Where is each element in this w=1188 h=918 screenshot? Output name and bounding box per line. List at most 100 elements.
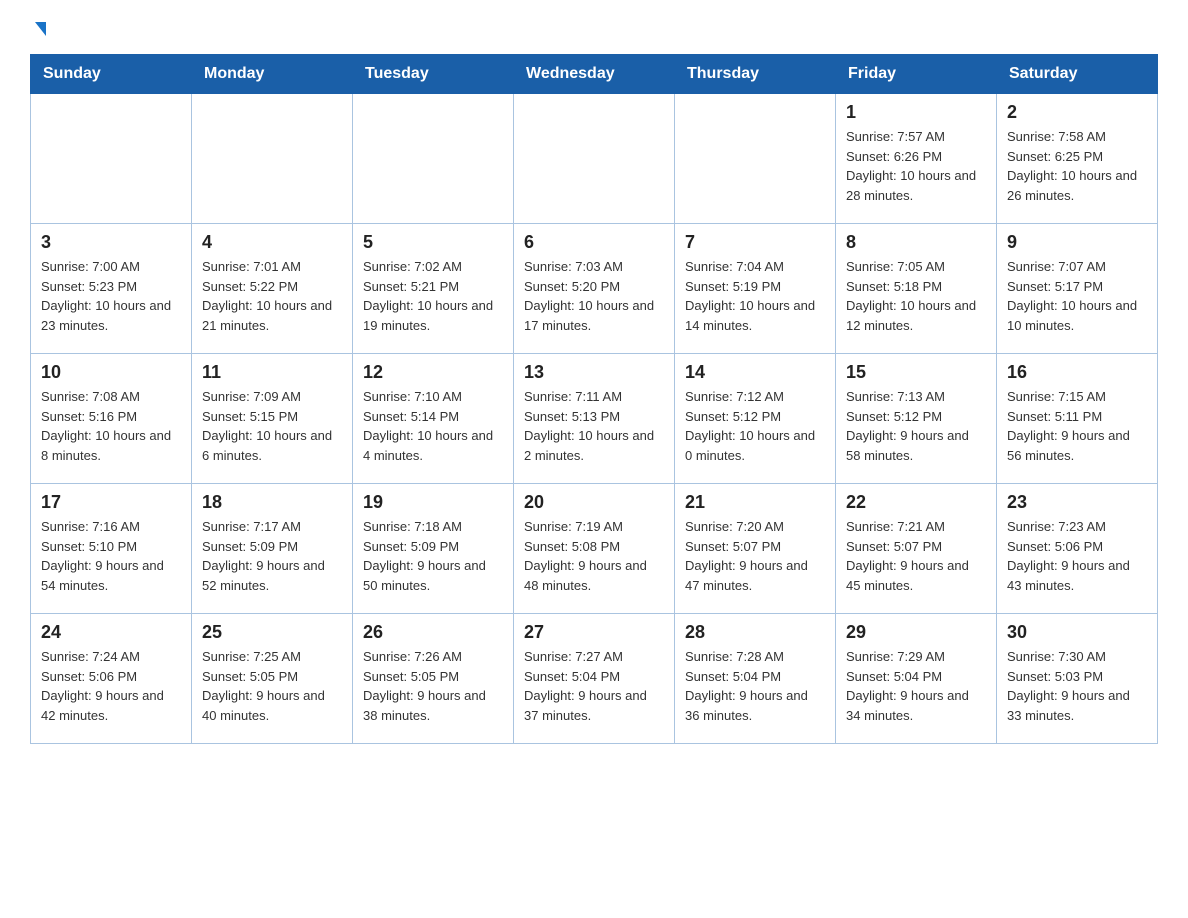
day-info: Sunrise: 7:04 AMSunset: 5:19 PMDaylight:…	[685, 257, 825, 335]
calendar-cell: 12 Sunrise: 7:10 AMSunset: 5:14 PMDayligh…	[353, 354, 514, 484]
day-number: 6	[524, 232, 664, 253]
day-number: 17	[41, 492, 181, 513]
day-number: 13	[524, 362, 664, 383]
calendar-cell	[675, 94, 836, 224]
day-info: Sunrise: 7:00 AMSunset: 5:23 PMDaylight:…	[41, 257, 181, 335]
calendar-cell: 30 Sunrise: 7:30 AMSunset: 5:03 PMDayligh…	[997, 614, 1158, 744]
calendar-cell: 25 Sunrise: 7:25 AMSunset: 5:05 PMDayligh…	[192, 614, 353, 744]
day-number: 10	[41, 362, 181, 383]
calendar-week-row: 17Sunrise: 7:16 AMSunset: 5:10 PMDayligh…	[31, 484, 1158, 614]
day-info: Sunrise: 7:13 AMSunset: 5:12 PMDaylight:…	[846, 387, 986, 465]
day-info: Sunrise: 7:07 AMSunset: 5:17 PMDaylight:…	[1007, 257, 1147, 335]
col-header-thursday: Thursday	[675, 55, 836, 94]
day-info: Sunrise: 7:25 AMSunset: 5:05 PMDaylight:…	[202, 647, 342, 725]
calendar-cell: 15 Sunrise: 7:13 AMSunset: 5:12 PMDayligh…	[836, 354, 997, 484]
day-info: Sunrise: 7:24 AMSunset: 5:06 PMDaylight:…	[41, 647, 181, 725]
day-number: 15	[846, 362, 986, 383]
day-info: Sunrise: 7:58 AMSunset: 6:25 PMDaylight:…	[1007, 127, 1147, 205]
calendar-cell: 7 Sunrise: 7:04 AMSunset: 5:19 PMDaylight…	[675, 224, 836, 354]
day-info: Sunrise: 7:30 AMSunset: 5:03 PMDaylight:…	[1007, 647, 1147, 725]
calendar-cell: 14Sunrise: 7:12 AMSunset: 5:12 PMDayligh…	[675, 354, 836, 484]
calendar-cell: 22 Sunrise: 7:21 AMSunset: 5:07 PMDayligh…	[836, 484, 997, 614]
col-header-wednesday: Wednesday	[514, 55, 675, 94]
day-number: 8	[846, 232, 986, 253]
day-info: Sunrise: 7:02 AMSunset: 5:21 PMDaylight:…	[363, 257, 503, 335]
day-number: 27	[524, 622, 664, 643]
page-header	[30, 20, 1158, 34]
day-info: Sunrise: 7:21 AMSunset: 5:07 PMDaylight:…	[846, 517, 986, 595]
calendar-cell: 20Sunrise: 7:19 AMSunset: 5:08 PMDayligh…	[514, 484, 675, 614]
day-number: 24	[41, 622, 181, 643]
calendar-cell: 13 Sunrise: 7:11 AMSunset: 5:13 PMDayligh…	[514, 354, 675, 484]
calendar-cell: 28 Sunrise: 7:28 AMSunset: 5:04 PMDayligh…	[675, 614, 836, 744]
day-info: Sunrise: 7:05 AMSunset: 5:18 PMDaylight:…	[846, 257, 986, 335]
day-number: 22	[846, 492, 986, 513]
col-header-monday: Monday	[192, 55, 353, 94]
day-number: 18	[202, 492, 342, 513]
calendar-week-row: 24 Sunrise: 7:24 AMSunset: 5:06 PMDayligh…	[31, 614, 1158, 744]
day-number: 21	[685, 492, 825, 513]
day-info: Sunrise: 7:08 AMSunset: 5:16 PMDaylight:…	[41, 387, 181, 465]
day-info: Sunrise: 7:18 AMSunset: 5:09 PMDaylight:…	[363, 517, 503, 595]
logo	[30, 20, 46, 34]
calendar-cell: 8 Sunrise: 7:05 AMSunset: 5:18 PMDaylight…	[836, 224, 997, 354]
calendar-week-row: 3 Sunrise: 7:00 AMSunset: 5:23 PMDaylight…	[31, 224, 1158, 354]
calendar-cell: 4Sunrise: 7:01 AMSunset: 5:22 PMDaylight…	[192, 224, 353, 354]
calendar-cell	[353, 94, 514, 224]
calendar-cell: 1 Sunrise: 7:57 AMSunset: 6:26 PMDaylight…	[836, 94, 997, 224]
day-number: 16	[1007, 362, 1147, 383]
col-header-saturday: Saturday	[997, 55, 1158, 94]
calendar-week-row: 1 Sunrise: 7:57 AMSunset: 6:26 PMDaylight…	[31, 94, 1158, 224]
day-number: 19	[363, 492, 503, 513]
day-number: 26	[363, 622, 503, 643]
day-info: Sunrise: 7:17 AMSunset: 5:09 PMDaylight:…	[202, 517, 342, 595]
col-header-tuesday: Tuesday	[353, 55, 514, 94]
calendar-cell	[514, 94, 675, 224]
day-info: Sunrise: 7:23 AMSunset: 5:06 PMDaylight:…	[1007, 517, 1147, 595]
calendar-cell	[192, 94, 353, 224]
calendar-cell: 27 Sunrise: 7:27 AMSunset: 5:04 PMDayligh…	[514, 614, 675, 744]
day-number: 9	[1007, 232, 1147, 253]
day-info: Sunrise: 7:28 AMSunset: 5:04 PMDaylight:…	[685, 647, 825, 725]
calendar-cell: 10 Sunrise: 7:08 AMSunset: 5:16 PMDayligh…	[31, 354, 192, 484]
day-info: Sunrise: 7:20 AMSunset: 5:07 PMDaylight:…	[685, 517, 825, 595]
day-info: Sunrise: 7:19 AMSunset: 5:08 PMDaylight:…	[524, 517, 664, 595]
day-info: Sunrise: 7:27 AMSunset: 5:04 PMDaylight:…	[524, 647, 664, 725]
day-number: 29	[846, 622, 986, 643]
logo-triangle-icon	[35, 22, 46, 36]
calendar-cell: 16 Sunrise: 7:15 AMSunset: 5:11 PMDayligh…	[997, 354, 1158, 484]
day-info: Sunrise: 7:10 AMSunset: 5:14 PMDaylight:…	[363, 387, 503, 465]
day-number: 3	[41, 232, 181, 253]
calendar-cell: 19 Sunrise: 7:18 AMSunset: 5:09 PMDayligh…	[353, 484, 514, 614]
calendar-cell: 9 Sunrise: 7:07 AMSunset: 5:17 PMDaylight…	[997, 224, 1158, 354]
day-info: Sunrise: 7:09 AMSunset: 5:15 PMDaylight:…	[202, 387, 342, 465]
day-number: 30	[1007, 622, 1147, 643]
calendar-cell: 11 Sunrise: 7:09 AMSunset: 5:15 PMDayligh…	[192, 354, 353, 484]
day-number: 28	[685, 622, 825, 643]
day-info: Sunrise: 7:29 AMSunset: 5:04 PMDaylight:…	[846, 647, 986, 725]
day-info: Sunrise: 7:57 AMSunset: 6:26 PMDaylight:…	[846, 127, 986, 205]
calendar-cell: 24 Sunrise: 7:24 AMSunset: 5:06 PMDayligh…	[31, 614, 192, 744]
col-header-friday: Friday	[836, 55, 997, 94]
day-number: 7	[685, 232, 825, 253]
day-number: 4	[202, 232, 342, 253]
day-number: 12	[363, 362, 503, 383]
day-info: Sunrise: 7:11 AMSunset: 5:13 PMDaylight:…	[524, 387, 664, 465]
day-info: Sunrise: 7:15 AMSunset: 5:11 PMDaylight:…	[1007, 387, 1147, 465]
day-info: Sunrise: 7:03 AMSunset: 5:20 PMDaylight:…	[524, 257, 664, 335]
calendar-cell: 2 Sunrise: 7:58 AMSunset: 6:25 PMDaylight…	[997, 94, 1158, 224]
day-number: 2	[1007, 102, 1147, 123]
calendar-cell: 23Sunrise: 7:23 AMSunset: 5:06 PMDayligh…	[997, 484, 1158, 614]
calendar-cell: 3 Sunrise: 7:00 AMSunset: 5:23 PMDaylight…	[31, 224, 192, 354]
calendar-cell: 29 Sunrise: 7:29 AMSunset: 5:04 PMDayligh…	[836, 614, 997, 744]
calendar-cell: 5 Sunrise: 7:02 AMSunset: 5:21 PMDaylight…	[353, 224, 514, 354]
day-info: Sunrise: 7:12 AMSunset: 5:12 PMDaylight:…	[685, 387, 825, 465]
day-number: 5	[363, 232, 503, 253]
day-number: 11	[202, 362, 342, 383]
day-number: 1	[846, 102, 986, 123]
calendar-cell: 18 Sunrise: 7:17 AMSunset: 5:09 PMDayligh…	[192, 484, 353, 614]
calendar-header-row: SundayMondayTuesdayWednesdayThursdayFrid…	[31, 55, 1158, 94]
calendar-cell: 17Sunrise: 7:16 AMSunset: 5:10 PMDayligh…	[31, 484, 192, 614]
day-info: Sunrise: 7:26 AMSunset: 5:05 PMDaylight:…	[363, 647, 503, 725]
day-number: 25	[202, 622, 342, 643]
